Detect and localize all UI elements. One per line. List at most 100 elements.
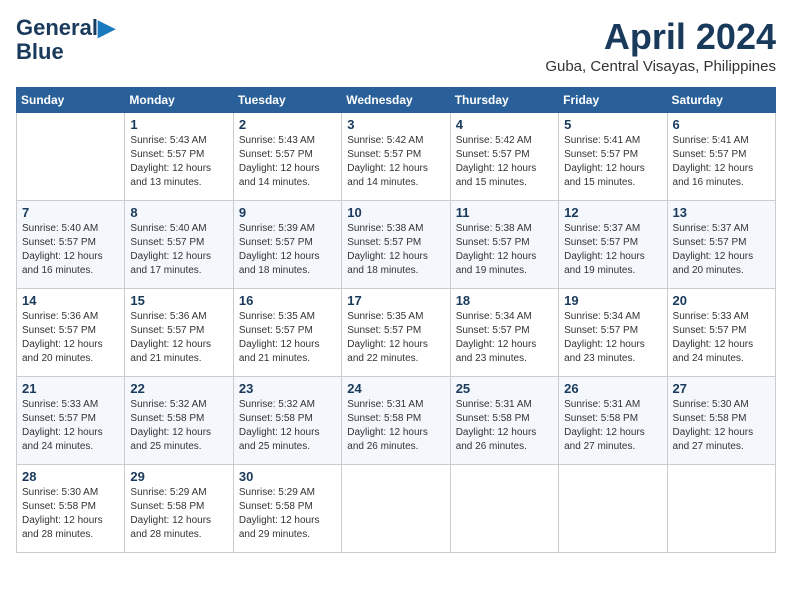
calendar-day-cell: 22 Sunrise: 5:32 AM Sunset: 5:58 PM Dayli… [125,377,233,465]
calendar-day-cell: 11Sunrise: 5:38 AM Sunset: 5:57 PM Dayli… [450,201,558,289]
calendar-day-cell: 17 Sunrise: 5:35 AM Sunset: 5:57 PM Dayli… [342,289,450,377]
calendar-weekday-header: Sunday [17,88,125,113]
day-info: Sunrise: 5:33 AM Sunset: 5:57 PM Dayligh… [673,310,770,366]
calendar-day-cell: 14Sunrise: 5:36 AM Sunset: 5:57 PM Dayli… [17,289,125,377]
day-number: 16 [239,293,336,308]
calendar-day-cell: 10Sunrise: 5:38 AM Sunset: 5:57 PM Dayli… [342,201,450,289]
calendar-week-row: 14 Sunrise: 5:36 AM Sunset: 5:57 PM Dayli… [17,289,776,377]
page-header: General▶Blue April 2024 Guba, Central Vi… [16,16,776,75]
calendar-week-row: 21Sunrise: 5:33 AM Sunset: 5:57 PM Dayli… [17,377,776,465]
calendar-day-cell: 26 Sunrise: 5:31 AM Sunset: 5:58 PM Dayli… [559,377,667,465]
day-number: 15 [130,293,227,308]
calendar-day-cell: 1Sunrise: 5:43 AM Sunset: 5:57 PM Daylig… [125,113,233,201]
day-info: Sunrise: 5:30 AM Sunset: 5:58 PM Dayligh… [22,486,119,542]
day-number: 22 [130,381,227,396]
calendar-day-cell: 29 Sunrise: 5:29 AM Sunset: 5:58 PM Dayli… [125,465,233,553]
calendar-day-cell: 21Sunrise: 5:33 AM Sunset: 5:57 PM Dayli… [17,377,125,465]
day-number: 12 [564,205,661,220]
day-info: Sunrise: 5:43 AM Sunset: 5:57 PM Dayligh… [239,134,336,190]
day-number: 5 [564,117,661,132]
day-info: Sunrise: 5:30 AM Sunset: 5:58 PM Dayligh… [673,398,770,454]
day-info: Sunrise: 5:40 AM Sunset: 5:57 PM Dayligh… [22,222,119,278]
day-number: 24 [347,381,444,396]
calendar-table: SundayMondayTuesdayWednesdayThursdayFrid… [16,87,776,553]
day-info: Sunrise: 5:37 AM Sunset: 5:57 PM Dayligh… [564,222,661,278]
calendar-day-cell: 20Sunrise: 5:33 AM Sunset: 5:57 PM Dayli… [667,289,775,377]
day-number: 3 [347,117,444,132]
calendar-day-cell: 15 Sunrise: 5:36 AM Sunset: 5:57 PM Dayli… [125,289,233,377]
calendar-day-cell: 4 Sunrise: 5:42 AM Sunset: 5:57 PM Daylig… [450,113,558,201]
day-number: 2 [239,117,336,132]
day-info: Sunrise: 5:29 AM Sunset: 5:58 PM Dayligh… [239,486,336,542]
day-info: Sunrise: 5:31 AM Sunset: 5:58 PM Dayligh… [456,398,553,454]
calendar-day-cell: 23 Sunrise: 5:32 AM Sunset: 5:58 PM Dayli… [233,377,341,465]
day-number: 9 [239,205,336,220]
day-number: 19 [564,293,661,308]
day-number: 30 [239,469,336,484]
calendar-body: 1Sunrise: 5:43 AM Sunset: 5:57 PM Daylig… [17,113,776,553]
calendar-weekday-header: Thursday [450,88,558,113]
calendar-weekday-header: Friday [559,88,667,113]
day-info: Sunrise: 5:43 AM Sunset: 5:57 PM Dayligh… [130,134,227,190]
day-number: 29 [130,469,227,484]
day-info: Sunrise: 5:35 AM Sunset: 5:57 PM Dayligh… [239,310,336,366]
calendar-day-cell: 16 Sunrise: 5:35 AM Sunset: 5:57 PM Dayli… [233,289,341,377]
calendar-day-cell: 27 Sunrise: 5:30 AM Sunset: 5:58 PM Dayli… [667,377,775,465]
calendar-week-row: 28 Sunrise: 5:30 AM Sunset: 5:58 PM Dayli… [17,465,776,553]
calendar-day-cell: 8 Sunrise: 5:40 AM Sunset: 5:57 PM Daylig… [125,201,233,289]
day-number: 6 [673,117,770,132]
calendar-week-row: 7 Sunrise: 5:40 AM Sunset: 5:57 PM Daylig… [17,201,776,289]
day-number: 4 [456,117,553,132]
day-info: Sunrise: 5:31 AM Sunset: 5:58 PM Dayligh… [347,398,444,454]
calendar-day-cell: 7 Sunrise: 5:40 AM Sunset: 5:57 PM Daylig… [17,201,125,289]
day-number: 21 [22,381,119,396]
logo: General▶Blue [16,16,115,64]
calendar-day-cell: 24 Sunrise: 5:31 AM Sunset: 5:58 PM Dayli… [342,377,450,465]
calendar-day-cell: 5Sunrise: 5:41 AM Sunset: 5:57 PM Daylig… [559,113,667,201]
day-info: Sunrise: 5:40 AM Sunset: 5:57 PM Dayligh… [130,222,227,278]
logo-text: General▶Blue [16,16,115,64]
day-number: 18 [456,293,553,308]
day-info: Sunrise: 5:42 AM Sunset: 5:57 PM Dayligh… [456,134,553,190]
calendar-day-cell: 25 Sunrise: 5:31 AM Sunset: 5:58 PM Dayli… [450,377,558,465]
day-info: Sunrise: 5:31 AM Sunset: 5:58 PM Dayligh… [564,398,661,454]
day-number: 17 [347,293,444,308]
calendar-day-cell: 13 Sunrise: 5:37 AM Sunset: 5:57 PM Dayli… [667,201,775,289]
day-info: Sunrise: 5:37 AM Sunset: 5:57 PM Dayligh… [673,222,770,278]
calendar-weekday-header: Wednesday [342,88,450,113]
day-info: Sunrise: 5:41 AM Sunset: 5:57 PM Dayligh… [673,134,770,190]
day-number: 27 [673,381,770,396]
day-info: Sunrise: 5:38 AM Sunset: 5:57 PM Dayligh… [456,222,553,278]
title-block: April 2024 Guba, Central Visayas, Philip… [545,16,776,75]
calendar-weekday-header: Tuesday [233,88,341,113]
day-info: Sunrise: 5:32 AM Sunset: 5:58 PM Dayligh… [239,398,336,454]
day-number: 8 [130,205,227,220]
day-info: Sunrise: 5:35 AM Sunset: 5:57 PM Dayligh… [347,310,444,366]
calendar-day-cell: 6 Sunrise: 5:41 AM Sunset: 5:57 PM Daylig… [667,113,775,201]
calendar-day-cell [450,465,558,553]
day-number: 26 [564,381,661,396]
calendar-day-cell [559,465,667,553]
day-info: Sunrise: 5:34 AM Sunset: 5:57 PM Dayligh… [456,310,553,366]
day-info: Sunrise: 5:29 AM Sunset: 5:58 PM Dayligh… [130,486,227,542]
day-number: 14 [22,293,119,308]
day-number: 25 [456,381,553,396]
day-number: 23 [239,381,336,396]
day-number: 10 [347,205,444,220]
calendar-day-cell: 3Sunrise: 5:42 AM Sunset: 5:57 PM Daylig… [342,113,450,201]
day-number: 28 [22,469,119,484]
day-number: 13 [673,205,770,220]
calendar-weekday-header: Saturday [667,88,775,113]
day-info: Sunrise: 5:36 AM Sunset: 5:57 PM Dayligh… [130,310,227,366]
calendar-day-cell [667,465,775,553]
calendar-header-row: SundayMondayTuesdayWednesdayThursdayFrid… [17,88,776,113]
calendar-weekday-header: Monday [125,88,233,113]
calendar-day-cell: 9Sunrise: 5:39 AM Sunset: 5:57 PM Daylig… [233,201,341,289]
day-info: Sunrise: 5:34 AM Sunset: 5:57 PM Dayligh… [564,310,661,366]
calendar-day-cell: 30 Sunrise: 5:29 AM Sunset: 5:58 PM Dayli… [233,465,341,553]
calendar-day-cell [342,465,450,553]
day-info: Sunrise: 5:32 AM Sunset: 5:58 PM Dayligh… [130,398,227,454]
calendar-day-cell: 12 Sunrise: 5:37 AM Sunset: 5:57 PM Dayli… [559,201,667,289]
location-subtitle: Guba, Central Visayas, Philippines [545,58,776,75]
day-number: 7 [22,205,119,220]
